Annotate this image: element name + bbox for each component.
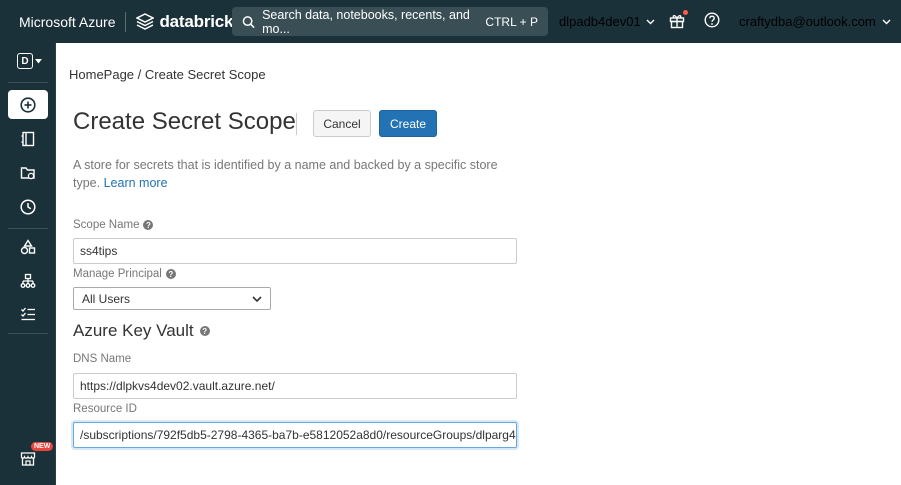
clock-icon [20,198,36,215]
sidebar-item-workspace[interactable] [8,124,48,153]
chevron-down-icon [252,295,262,302]
shapes-icon [20,238,36,254]
user-email: craftydba@outlook.com [739,14,876,29]
sidebar-item-recents[interactable] [8,192,48,221]
sidebar: D NEW [0,43,56,485]
page-description: A store for secrets that is identified b… [73,156,513,192]
azure-brand: Microsoft Azure [19,13,116,30]
resource-id-label-text: Resource ID [73,403,137,415]
workspace-letter: D [17,53,33,69]
sidebar-item-jobs[interactable] [8,299,48,328]
checklist-icon [21,307,35,320]
search-bar[interactable]: Search data, notebooks, recents, and mo.… [232,7,548,36]
new-badge: NEW [31,442,54,451]
search-icon [242,15,255,28]
sidebar-divider [8,82,48,83]
help-icon[interactable] [704,12,720,28]
sidebar-item-compute[interactable] [8,232,48,261]
user-menu[interactable]: craftydba@outlook.com [739,14,891,29]
data-folder-icon [20,166,35,179]
brand-divider [125,11,127,32]
dns-name-label-text: DNS Name [73,353,132,365]
manage-principal-value: All Users [82,291,131,306]
section-title: Azure Key Vault ? [73,321,210,341]
databricks-logo[interactable]: databricks [136,11,243,32]
workspace-switcher[interactable]: D [17,53,42,69]
search-shortcut: CTRL + P [485,14,538,29]
main-content: HomePage / Create Secret Scope Create Se… [56,43,901,485]
workspace-name: dlpadb4dev01 [559,14,641,29]
databricks-logo-icon [136,13,155,30]
sidebar-item-workflows[interactable] [8,266,48,295]
breadcrumb[interactable]: HomePage / Create Secret Scope [69,67,266,82]
store-icon [20,451,36,466]
sidebar-divider [8,333,48,334]
resource-id-value: /subscriptions/792f5db5-2798-4365-ba7b-e… [80,428,517,442]
scope-name-value: ss4tips [80,244,118,258]
page-title: Create Secret Scope [73,108,296,135]
help-icon[interactable]: ? [165,269,176,279]
workspace-selector[interactable]: dlpadb4dev01 [559,14,655,29]
notification-dot [683,10,688,15]
notebook-icon [21,131,35,146]
cancel-button[interactable]: Cancel [313,110,371,137]
scope-name-label: Scope Name ? [73,219,154,231]
resource-id-label: Resource ID [73,403,137,415]
workflow-tree-icon [20,273,36,288]
gift-icon[interactable] [669,12,685,29]
manage-principal-label-text: Manage Principal [73,268,162,280]
search-placeholder: Search data, notebooks, recents, and mo.… [262,7,470,36]
dns-name-label: DNS Name [73,353,131,365]
manage-principal-select[interactable]: All Users [73,287,271,310]
section-title-text: Azure Key Vault [73,321,194,340]
sidebar-item-new[interactable] [8,90,48,119]
plus-circle-icon [20,96,36,113]
sidebar-divider [8,228,48,229]
create-button[interactable]: Create [379,110,437,137]
databricks-wordmark: databricks [159,11,243,31]
help-icon[interactable]: ? [199,326,210,336]
chevron-down-icon [646,19,655,24]
title-divider [296,113,297,135]
sidebar-item-data[interactable] [8,158,48,187]
resource-id-input[interactable]: /subscriptions/792f5db5-2798-4365-ba7b-e… [73,422,517,448]
dns-name-input[interactable]: https://dlpkvs4dev02.vault.azure.net/ [73,373,517,399]
chevron-down-icon [882,19,891,24]
scope-name-label-text: Scope Name [73,219,140,231]
manage-principal-label: Manage Principal ? [73,268,176,280]
dns-name-value: https://dlpkvs4dev02.vault.azure.net/ [80,379,275,393]
learn-more-link[interactable]: Learn more [104,176,168,190]
caret-down-icon [35,58,42,63]
scope-name-input[interactable]: ss4tips [73,238,517,264]
help-icon[interactable]: ? [143,220,154,230]
